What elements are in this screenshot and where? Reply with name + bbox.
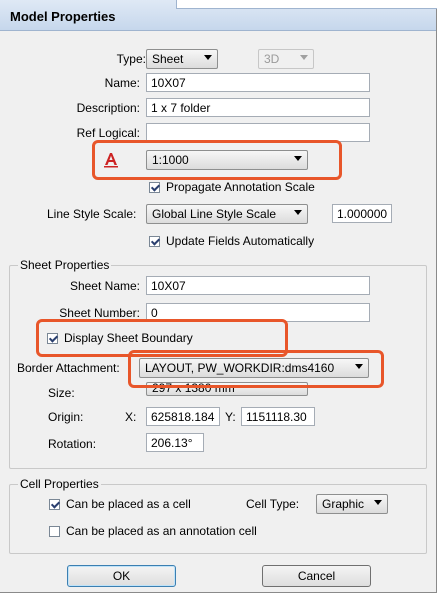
origin-x-label: X: [125,410,137,424]
dialog-title: Model Properties [10,9,116,24]
cell-type-value: Graphic [322,497,365,511]
update-fields-label: Update Fields Automatically [166,234,315,248]
rotation-field[interactable]: 206.13° [146,433,204,452]
border-attachment-highlight [128,350,384,388]
chevron-down-icon [300,55,308,60]
line-style-scale-label: Line Style Scale: [47,207,137,221]
description-label: Description: [76,101,140,115]
placed-as-cell-checkbox[interactable] [49,499,60,510]
line-style-scale-number-field[interactable]: 1.000000 [332,204,392,223]
ok-button[interactable]: OK [67,565,176,587]
type-label: Type: [116,52,146,66]
type-dropdown[interactable]: Sheet [146,49,218,69]
title-bar: Model Properties [0,0,437,31]
mode-dropdown: 3D [258,49,314,69]
propagate-annotation-scale-checkbox[interactable] [149,182,160,193]
line-style-scale-value: Global Line Style Scale [152,207,277,221]
update-fields-checkbox[interactable] [149,236,160,247]
annotation-scale-highlight [92,140,342,180]
cell-properties-title: Cell Properties [18,477,101,491]
rotation-label: Rotation: [48,437,97,451]
sheet-name-label: Sheet Name: [69,279,140,293]
name-label: Name: [104,76,140,90]
origin-label: Origin: [48,410,84,424]
mode-dropdown-value: 3D [264,52,280,66]
placed-as-cell-label: Can be placed as a cell [66,497,191,511]
origin-y-label: Y: [225,410,236,424]
title-bar-notch [176,0,437,9]
annotation-cell-checkbox[interactable] [49,526,60,537]
cancel-button[interactable]: Cancel [262,565,371,587]
chevron-down-icon [204,55,212,60]
border-attachment-label: Border Attachment: [17,361,120,375]
sheet-properties-title: Sheet Properties [18,258,112,272]
name-field[interactable]: 10X07 [146,73,370,92]
size-label: Size: [48,386,75,400]
cell-type-dropdown[interactable]: Graphic [316,494,388,514]
ref-logical-label: Ref Logical: [76,126,140,140]
type-dropdown-value: Sheet [152,52,184,66]
chevron-down-icon [374,500,382,505]
origin-y-field[interactable]: 1151118.30 [241,407,315,426]
sheet-name-field[interactable]: 10X07 [146,276,370,295]
sheet-number-label: Sheet Number: [59,306,140,320]
chevron-down-icon [294,210,302,215]
cell-type-label: Cell Type: [246,497,300,511]
description-field[interactable]: 1 x 7 folder [146,98,370,117]
annotation-cell-label: Can be placed as an annotation cell [66,524,257,538]
propagate-annotation-scale-label: Propagate Annotation Scale [166,180,315,194]
line-style-scale-dropdown[interactable]: Global Line Style Scale [146,204,308,224]
model-properties-dialog: Model Properties Type: Sheet 3D Name: 10… [0,0,437,593]
origin-x-field[interactable]: 625818.184 [146,407,220,426]
